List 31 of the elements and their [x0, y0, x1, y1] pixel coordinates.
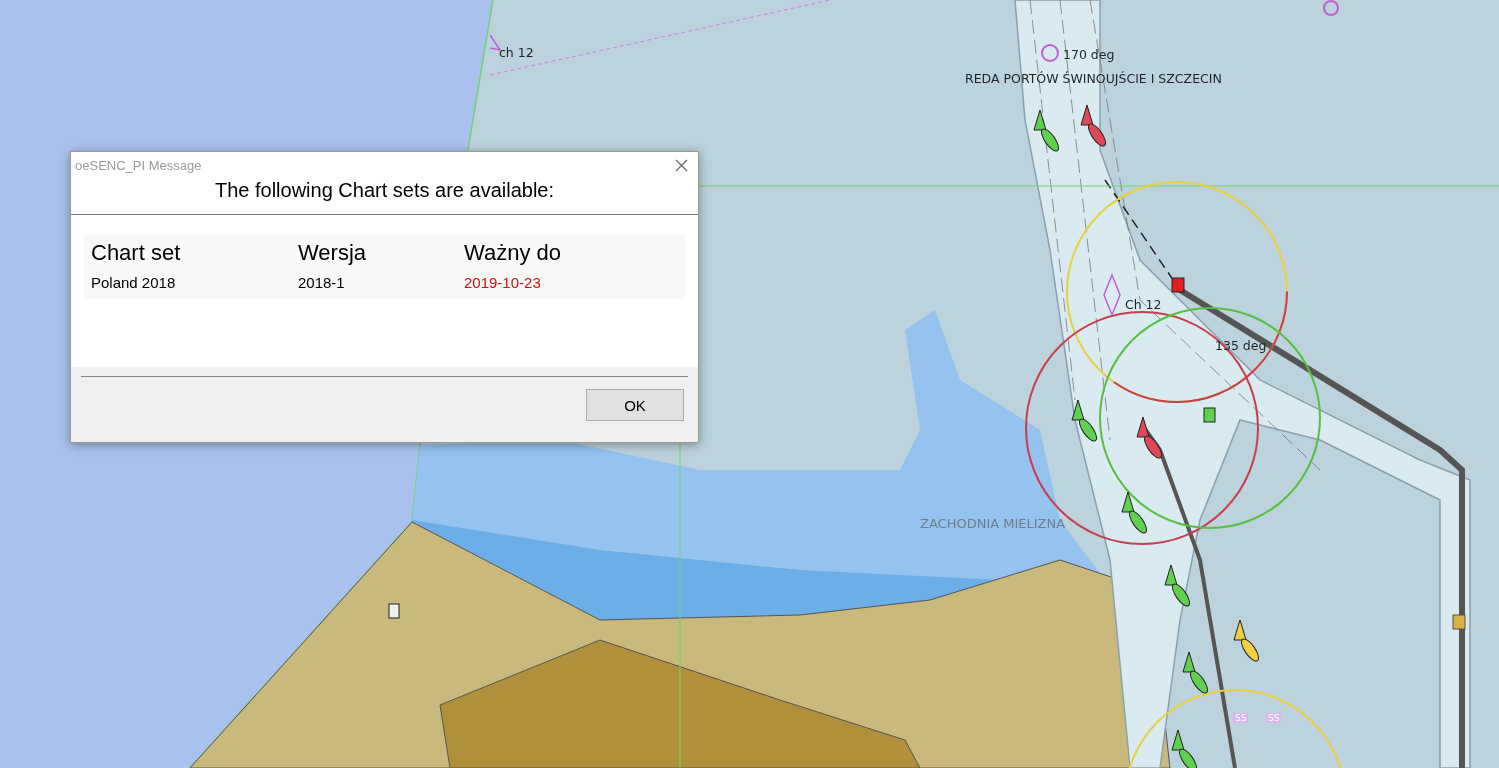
chart-label: REDA PORTÓW ŚWINOUJŚCIE I SZCZECIN [965, 71, 1222, 86]
buoy-icon [1164, 564, 1190, 607]
dialog-title: oeSENC_PI Message [75, 158, 202, 173]
beacon-icon [388, 603, 400, 619]
radio-station-icon [1103, 273, 1121, 317]
chart-label: Ch 12 [1125, 297, 1162, 312]
table-cell-text: Poland 2018 [91, 274, 177, 291]
dialog-heading: The following Chart sets are available: [71, 173, 698, 215]
beacon-icon [1452, 614, 1466, 630]
ok-button[interactable]: OK [586, 389, 684, 421]
chart-label: ch 12 [499, 45, 534, 60]
buoy-icon [1033, 109, 1059, 152]
beacon-icon [1171, 277, 1185, 293]
table-cell-text: 2019-10-23 [464, 274, 542, 291]
chart-tag: SS [1233, 713, 1249, 723]
beacon-icon [1203, 407, 1216, 423]
chart-tag: SS [1266, 713, 1282, 723]
buoy-icon [1182, 651, 1208, 694]
column-header: Chart set [91, 240, 182, 266]
chart-label: 170 deg [1063, 47, 1115, 62]
column-header: Wersja [298, 240, 368, 266]
buoy-icon [1171, 729, 1197, 768]
column-header: Ważny do [464, 240, 562, 266]
close-icon[interactable] [675, 159, 688, 172]
buoy-icon [1080, 104, 1106, 147]
buoy-icon [1071, 399, 1097, 442]
buoy-icon [1136, 416, 1162, 459]
buoy-icon [1121, 491, 1147, 534]
table-cell-text: 2018-1 [298, 274, 346, 291]
area-name: ZACHODNIA MIELIZNA [920, 516, 1066, 531]
buoy-icon [1233, 619, 1259, 662]
